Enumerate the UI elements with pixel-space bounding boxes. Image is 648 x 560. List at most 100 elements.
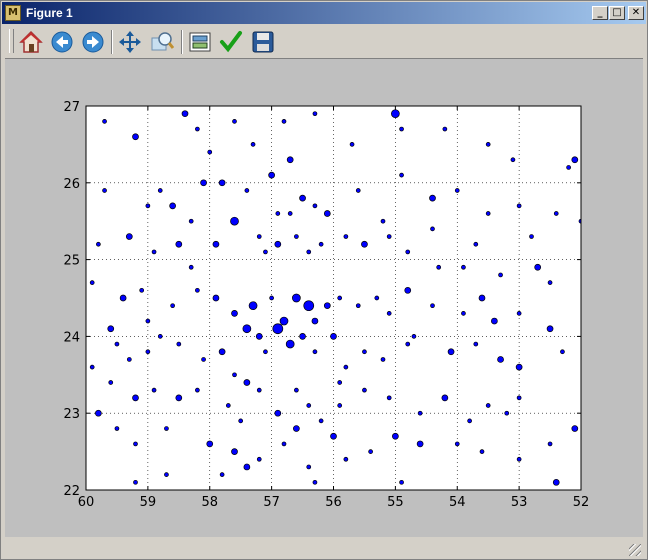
data-point [89,364,95,370]
minimize-button[interactable]: _ [592,6,608,20]
data-point [485,142,491,147]
x-tick-label: 54 [449,495,466,510]
home-button[interactable] [17,28,45,56]
data-point [343,456,349,462]
data-point [386,395,392,401]
data-point [510,157,516,163]
data-point [218,179,226,187]
data-point [125,233,133,240]
window-title: Figure 1 [26,6,73,20]
data-point [337,295,343,301]
data-point [218,348,226,356]
data-point [114,341,120,347]
data-point [467,418,472,424]
data-point [571,156,579,164]
data-point [102,188,107,193]
data-point [553,211,559,216]
data-point [102,119,107,124]
data-point [303,300,315,312]
data-point [547,441,553,447]
toolbar-separator [181,30,183,54]
data-point [479,449,485,454]
data-point [188,264,194,270]
data-point [497,356,504,363]
data-point [473,241,479,247]
data-point [242,324,252,334]
figure-canvas[interactable]: 60 59 58 57 56 55 54 53 52 22 23 24 25 26 27 [5,58,643,537]
data-point [299,333,306,340]
data-point [164,426,169,431]
data-point [231,448,238,455]
resize-grip[interactable] [629,544,641,556]
data-point [232,119,237,124]
data-point [195,287,200,293]
data-point [560,349,565,355]
data-point [504,410,510,416]
app-icon: M [5,5,21,21]
data-point [263,349,268,355]
data-point [386,311,392,316]
data-point [231,310,238,317]
data-point [133,479,138,485]
close-button[interactable]: ✕ [628,6,644,20]
title-bar[interactable]: M Figure 1 _ □ ✕ [2,2,646,24]
data-point [447,348,455,356]
data-point [485,211,491,216]
data-point [306,249,312,255]
data-point [318,241,324,247]
data-point [529,234,534,239]
data-point [417,410,423,416]
forward-icon [82,31,104,53]
data-point [343,234,349,239]
pan-icon [119,31,141,53]
data-point [139,287,145,293]
back-button[interactable] [48,28,76,56]
data-point [286,156,294,164]
forward-button[interactable] [79,28,107,56]
data-point [275,211,281,216]
data-point [114,426,120,431]
data-point [566,165,571,170]
home-icon [19,30,43,53]
data-point [269,295,274,301]
data-point [429,194,436,202]
data-point [361,240,368,248]
data-point [306,464,312,470]
data-point [312,203,318,209]
data-point [392,432,399,440]
data-point [207,149,213,155]
data-point [176,341,182,347]
pan-button[interactable] [116,28,144,56]
data-point [516,203,522,209]
edit-button[interactable] [217,28,245,56]
data-point [292,293,301,303]
maximize-button[interactable]: □ [609,6,625,20]
data-point [89,280,95,285]
data-point [442,126,448,132]
scatter-plot[interactable]: 60 59 58 57 56 55 54 53 52 22 23 24 25 26 27 [5,59,643,537]
toolbar-separator [111,30,113,54]
toolbar-grip[interactable] [9,29,14,53]
data-point [200,179,207,187]
data-point [473,341,479,347]
data-point [293,425,300,432]
x-tick-label: 53 [511,495,528,510]
y-tick-label: 26 [63,177,80,192]
data-point [238,418,244,424]
data-point [534,263,542,271]
data-point [175,394,183,402]
data-point [399,479,404,485]
subplots-button[interactable] [186,28,214,56]
toolbar [5,27,643,57]
data-point [157,188,163,193]
data-point [416,440,424,448]
data-point [380,218,386,224]
y-tick-label: 22 [63,484,80,499]
save-button[interactable] [249,28,277,56]
data-point [312,479,318,485]
data-point [355,188,361,193]
zoom-icon [151,32,174,51]
data-point [436,264,442,270]
y-tick-label: 25 [63,254,80,269]
zoom-button[interactable] [148,28,176,56]
